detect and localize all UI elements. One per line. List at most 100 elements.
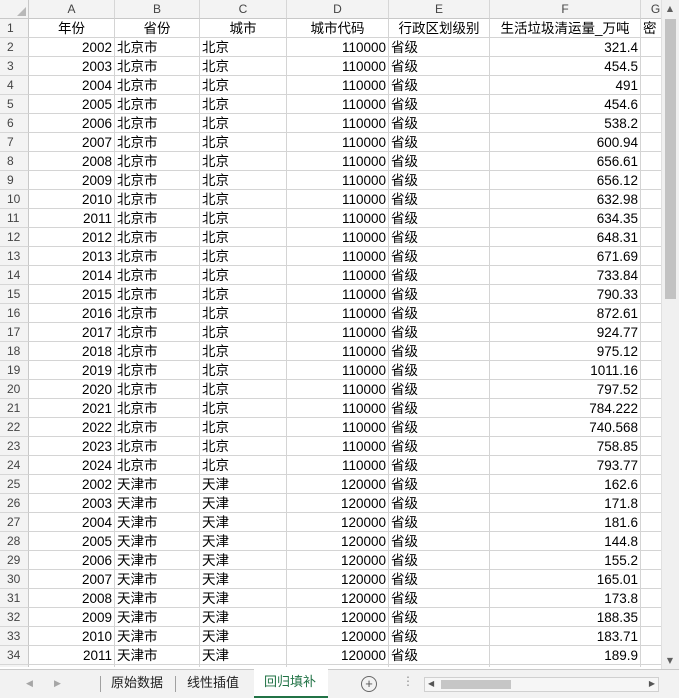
table-cell[interactable]: 北京市: [115, 323, 200, 342]
table-cell[interactable]: 北京市: [115, 152, 200, 171]
table-cell[interactable]: 2010: [29, 190, 115, 209]
row-number[interactable]: 26: [0, 494, 29, 513]
table-cell[interactable]: 110000: [287, 323, 389, 342]
row-number[interactable]: 3: [0, 57, 29, 76]
table-cell[interactable]: 天津市: [115, 513, 200, 532]
table-cell[interactable]: [641, 76, 661, 95]
scroll-down-arrow-icon[interactable]: ▼: [662, 652, 678, 669]
table-cell[interactable]: [641, 646, 661, 665]
table-cell[interactable]: 189.9: [490, 646, 641, 665]
table-cell[interactable]: 110000: [287, 437, 389, 456]
table-cell[interactable]: 天津市: [115, 608, 200, 627]
table-cell[interactable]: 171.8: [490, 494, 641, 513]
table-cell[interactable]: 北京市: [115, 304, 200, 323]
table-cell[interactable]: 120000: [287, 513, 389, 532]
table-cell[interactable]: 790.33: [490, 285, 641, 304]
table-cell[interactable]: 454.6: [490, 95, 641, 114]
table-cell[interactable]: 110000: [287, 380, 389, 399]
table-cell[interactable]: 120000: [287, 627, 389, 646]
table-cell[interactable]: 2002: [29, 475, 115, 494]
table-cell[interactable]: 120000: [287, 551, 389, 570]
table-cell[interactable]: 北京: [200, 133, 287, 152]
column-header-C[interactable]: C: [200, 0, 287, 19]
row-number[interactable]: 13: [0, 247, 29, 266]
table-cell[interactable]: 2005: [29, 95, 115, 114]
row-number[interactable]: 20: [0, 380, 29, 399]
row-number[interactable]: 21: [0, 399, 29, 418]
table-cell[interactable]: 793.77: [490, 456, 641, 475]
table-cell[interactable]: [641, 399, 661, 418]
table-cell[interactable]: 2007: [29, 570, 115, 589]
table-cell[interactable]: [641, 266, 661, 285]
table-cell[interactable]: 北京: [200, 95, 287, 114]
table-cell[interactable]: 省级: [389, 95, 490, 114]
table-cell[interactable]: 120000: [287, 589, 389, 608]
table-cell[interactable]: 784.222: [490, 399, 641, 418]
table-cell[interactable]: [641, 228, 661, 247]
table-cell[interactable]: 110000: [287, 95, 389, 114]
table-cell[interactable]: [641, 361, 661, 380]
table-cell[interactable]: 省级: [389, 475, 490, 494]
table-cell[interactable]: 省级: [389, 513, 490, 532]
table-cell[interactable]: [641, 494, 661, 513]
table-cell[interactable]: 省级: [389, 570, 490, 589]
table-cell[interactable]: [287, 665, 389, 667]
table-cell[interactable]: 120000: [287, 608, 389, 627]
table-cell[interactable]: 2012: [29, 228, 115, 247]
row-number[interactable]: 23: [0, 437, 29, 456]
table-cell[interactable]: 110000: [287, 152, 389, 171]
table-cell[interactable]: [641, 589, 661, 608]
table-cell[interactable]: 110000: [287, 190, 389, 209]
next-sheet-icon[interactable]: ▶: [54, 678, 61, 689]
row-number[interactable]: 27: [0, 513, 29, 532]
prev-sheet-icon[interactable]: ◀: [26, 678, 33, 689]
table-cell[interactable]: 天津市: [115, 551, 200, 570]
table-cell[interactable]: [641, 475, 661, 494]
table-cell[interactable]: 省级: [389, 209, 490, 228]
table-cell[interactable]: 北京市: [115, 399, 200, 418]
table-cell[interactable]: 2020: [29, 380, 115, 399]
row-number[interactable]: 29: [0, 551, 29, 570]
table-cell[interactable]: 省级: [389, 57, 490, 76]
table-cell[interactable]: [490, 665, 641, 667]
table-cell[interactable]: 省级: [389, 114, 490, 133]
table-cell[interactable]: 2014: [29, 266, 115, 285]
header-cell[interactable]: 生活垃圾清运量_万吨: [490, 19, 641, 38]
row-number[interactable]: 33: [0, 627, 29, 646]
table-cell[interactable]: 北京市: [115, 38, 200, 57]
table-cell[interactable]: [641, 171, 661, 190]
table-cell[interactable]: 北京市: [115, 209, 200, 228]
row-number[interactable]: 35: [0, 665, 29, 667]
table-cell[interactable]: 省级: [389, 456, 490, 475]
row-number[interactable]: 28: [0, 532, 29, 551]
column-header-G[interactable]: G: [641, 0, 661, 19]
table-cell[interactable]: 天津: [200, 608, 287, 627]
table-cell[interactable]: 975.12: [490, 342, 641, 361]
table-cell[interactable]: 2013: [29, 247, 115, 266]
row-number[interactable]: 2: [0, 38, 29, 57]
table-cell[interactable]: [641, 513, 661, 532]
table-cell[interactable]: 北京市: [115, 190, 200, 209]
row-number[interactable]: 1: [0, 19, 29, 38]
table-cell[interactable]: 省级: [389, 532, 490, 551]
table-cell[interactable]: 872.61: [490, 304, 641, 323]
table-cell[interactable]: 110000: [287, 304, 389, 323]
table-cell[interactable]: 110000: [287, 209, 389, 228]
table-cell[interactable]: 2006: [29, 114, 115, 133]
table-cell[interactable]: 省级: [389, 380, 490, 399]
table-cell[interactable]: [641, 570, 661, 589]
table-cell[interactable]: 北京: [200, 342, 287, 361]
table-cell[interactable]: [641, 190, 661, 209]
table-cell[interactable]: 632.98: [490, 190, 641, 209]
table-cell[interactable]: 740.568: [490, 418, 641, 437]
table-cell[interactable]: [641, 437, 661, 456]
table-cell[interactable]: 2023: [29, 437, 115, 456]
header-cell[interactable]: 密: [641, 19, 661, 38]
table-cell[interactable]: 北京市: [115, 456, 200, 475]
table-cell[interactable]: 538.2: [490, 114, 641, 133]
table-cell[interactable]: 110000: [287, 456, 389, 475]
column-header-D[interactable]: D: [287, 0, 389, 19]
header-cell[interactable]: 行政区划级别: [389, 19, 490, 38]
row-number[interactable]: 9: [0, 171, 29, 190]
table-cell[interactable]: 省级: [389, 551, 490, 570]
